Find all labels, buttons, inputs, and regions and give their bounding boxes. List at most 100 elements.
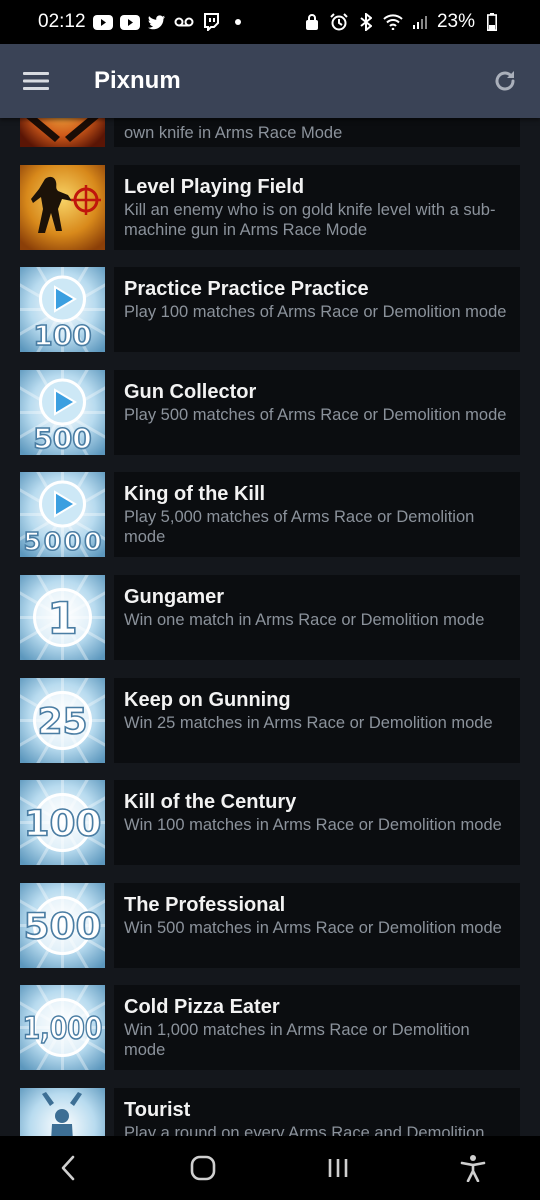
achievement-card: Gun Collector Play 500 matches of Arms R… bbox=[114, 369, 520, 455]
achievement-item[interactable]: Level Playing Field Kill an enemy who is… bbox=[0, 164, 540, 250]
achievement-description: Win one match in Arms Race or Demolition… bbox=[124, 610, 485, 629]
achievement-title: Gungamer bbox=[124, 585, 225, 608]
badge-number: 500 bbox=[33, 422, 91, 455]
achievement-badge: 500 bbox=[20, 882, 105, 968]
achievement-badge: 100 bbox=[20, 267, 105, 353]
status-time: 02:12 bbox=[38, 11, 86, 32]
back-icon bbox=[61, 1155, 74, 1181]
achievement-title: The Professional bbox=[124, 893, 286, 916]
achievement-item[interactable]: 100 Kill of the Century Win 100 matches … bbox=[0, 780, 540, 866]
badge-number: 100 bbox=[33, 319, 91, 352]
signal-icon bbox=[410, 13, 430, 31]
accessibility-icon bbox=[460, 1155, 485, 1182]
achievement-description: Win 1,000 matches in Arms Race or Demoli… bbox=[124, 1021, 470, 1060]
home-icon bbox=[190, 1155, 215, 1181]
achievement-card: Gungamer Win one match in Arms Race or D… bbox=[114, 574, 520, 660]
achievement-description: Play 500 matches of Arms Race or Demolit… bbox=[124, 405, 507, 424]
play-badge-icon: 5000 bbox=[20, 472, 105, 558]
back-button[interactable] bbox=[38, 1143, 98, 1193]
youtube-icon bbox=[92, 13, 113, 31]
achievement-title: Tourist bbox=[124, 1098, 191, 1121]
status-right: 23% bbox=[302, 11, 502, 33]
achievement-title: Gun Collector bbox=[124, 380, 257, 403]
achievement-description: Win 100 matches in Arms Race or Demoliti… bbox=[124, 816, 502, 835]
achievement-item[interactable]: own knife in Arms Race Mode bbox=[0, 118, 540, 147]
hamburger-menu-icon bbox=[23, 72, 49, 90]
soldier-badge-icon bbox=[20, 164, 105, 250]
achievement-badge: 5000 bbox=[20, 472, 105, 558]
app-bar: Pixnum bbox=[0, 44, 540, 118]
burst-badge-icon: 500 bbox=[20, 882, 105, 968]
achievement-title: Kill of the Century bbox=[124, 791, 297, 814]
achievement-description: Play a round on every Arms Race and Demo… bbox=[124, 1123, 485, 1136]
achievement-description: Play 5,000 matches of Arms Race or Demol… bbox=[124, 508, 475, 547]
status-bar: 02:12 23% bbox=[0, 0, 540, 44]
achievement-card: King of the Kill Play 5,000 matches of A… bbox=[114, 472, 520, 558]
system-nav-bar bbox=[0, 1136, 540, 1200]
badge-number: 100 bbox=[24, 804, 102, 845]
achievement-badge: 25 bbox=[20, 677, 105, 763]
achievement-card: Level Playing Field Kill an enemy who is… bbox=[114, 164, 520, 250]
voicemail-icon bbox=[174, 13, 194, 31]
achievement-card: The Professional Win 500 matches in Arms… bbox=[114, 882, 520, 968]
youtube-icon bbox=[119, 13, 140, 31]
achievement-badge: 1,000 bbox=[20, 985, 105, 1071]
burst-badge-icon: 25 bbox=[20, 677, 105, 763]
battery-percent: 23% bbox=[436, 11, 475, 32]
achievement-item[interactable]: 100 Practice Practice Practice Play 100 … bbox=[0, 267, 540, 353]
refresh-icon bbox=[495, 71, 515, 91]
play-badge-icon: 100 bbox=[20, 267, 105, 353]
menu-button[interactable] bbox=[0, 44, 72, 118]
alarm-icon bbox=[329, 13, 349, 31]
dot-icon bbox=[228, 13, 248, 31]
achievement-title: Cold Pizza Eater bbox=[124, 996, 280, 1019]
recents-button[interactable] bbox=[308, 1143, 368, 1193]
wifi-icon bbox=[383, 13, 403, 31]
twitch-icon bbox=[201, 13, 221, 31]
recents-icon bbox=[328, 1159, 347, 1177]
lock-icon bbox=[302, 13, 322, 31]
achievement-card: own knife in Arms Race Mode bbox=[114, 118, 520, 147]
achievement-title: Keep on Gunning bbox=[124, 688, 291, 711]
achievement-item[interactable]: Tourist Play a round on every Arms Race … bbox=[0, 1087, 540, 1136]
achievement-badge bbox=[20, 1087, 105, 1136]
achievement-badge: 500 bbox=[20, 369, 105, 455]
achievement-item[interactable]: 25 Keep on Gunning Win 25 matches in Arm… bbox=[0, 677, 540, 763]
achievement-list: own knife in Arms Race Mode Level Playin… bbox=[0, 118, 540, 1136]
achievement-description: own knife in Arms Race Mode bbox=[124, 124, 343, 142]
achievement-card: Kill of the Century Win 100 matches in A… bbox=[114, 780, 520, 866]
achievement-item[interactable]: 1,000 Cold Pizza Eater Win 1,000 matches… bbox=[0, 985, 540, 1071]
achievement-item[interactable]: 500 Gun Collector Play 500 matches of Ar… bbox=[0, 369, 540, 455]
knife-badge-icon bbox=[20, 118, 105, 147]
bluetooth-icon bbox=[356, 13, 376, 31]
achievement-item[interactable]: 1 Gungamer Win one match in Arms Race or… bbox=[0, 574, 540, 660]
play-badge-icon: 500 bbox=[20, 369, 105, 455]
achievement-title: Level Playing Field bbox=[124, 175, 305, 198]
burst-badge-icon: 100 bbox=[20, 780, 105, 866]
tourist-badge-icon bbox=[20, 1087, 105, 1136]
achievement-badge bbox=[20, 164, 105, 250]
burst-badge-icon: 1,000 bbox=[20, 985, 105, 1071]
status-left: 02:12 bbox=[38, 11, 248, 33]
achievement-list-area[interactable]: own knife in Arms Race Mode Level Playin… bbox=[0, 118, 540, 1136]
achievement-title: King of the Kill bbox=[124, 483, 266, 506]
home-button[interactable] bbox=[173, 1143, 233, 1193]
achievement-card: Tourist Play a round on every Arms Race … bbox=[114, 1087, 520, 1136]
achievement-badge: 100 bbox=[20, 780, 105, 866]
accessibility-button[interactable] bbox=[443, 1143, 503, 1193]
twitter-icon bbox=[147, 13, 167, 31]
achievement-title: Practice Practice Practice bbox=[124, 278, 369, 301]
app-title: Pixnum bbox=[94, 67, 181, 94]
achievement-item[interactable]: 500 The Professional Win 500 matches in … bbox=[0, 882, 540, 968]
achievement-description: Play 100 matches of Arms Race or Demolit… bbox=[124, 303, 507, 322]
achievement-badge bbox=[20, 118, 105, 147]
badge-number: 1 bbox=[47, 593, 78, 644]
badge-number: 1,000 bbox=[23, 1012, 103, 1047]
achievement-item[interactable]: 5000 King of the Kill Play 5,000 matches… bbox=[0, 472, 540, 558]
badge-number: 500 bbox=[24, 906, 102, 947]
achievement-card: Practice Practice Practice Play 100 matc… bbox=[114, 267, 520, 353]
refresh-button[interactable] bbox=[486, 62, 524, 100]
achievement-badge: 1 bbox=[20, 574, 105, 660]
achievement-card: Keep on Gunning Win 25 matches in Arms R… bbox=[114, 677, 520, 763]
achievement-description: Win 25 matches in Arms Race or Demolitio… bbox=[124, 713, 493, 732]
